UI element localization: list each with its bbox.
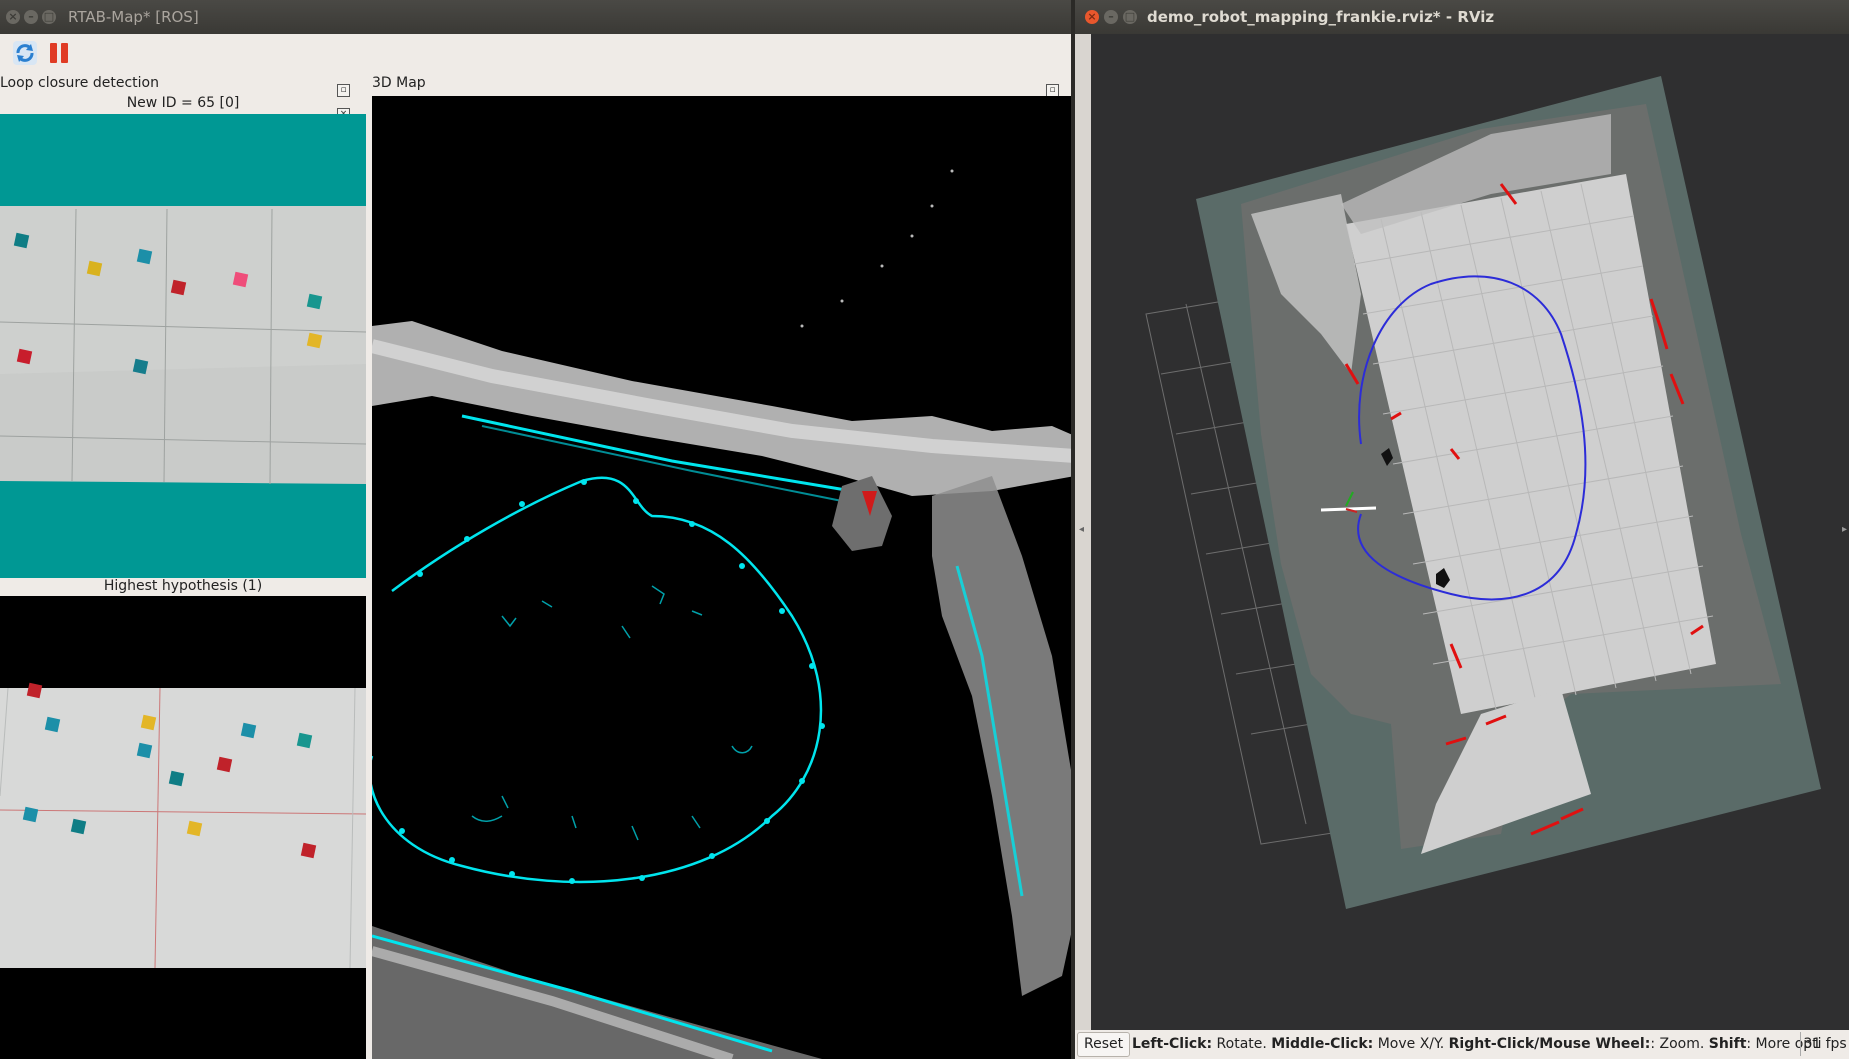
cube-marker	[168, 770, 185, 787]
cube-marker	[136, 742, 153, 759]
maximize-icon[interactable]: □	[42, 10, 56, 24]
maximize-icon[interactable]: □	[1123, 10, 1137, 24]
cube-marker	[140, 714, 157, 731]
cube-marker	[132, 358, 149, 375]
close-icon[interactable]: ×	[6, 10, 20, 24]
cube-marker	[296, 732, 313, 749]
rviz-titlebar[interactable]: × – □ demo_robot_mapping_frankie.rviz* -…	[1075, 0, 1849, 34]
cube-marker	[70, 818, 87, 835]
3d-map-view[interactable]	[372, 96, 1075, 1059]
cube-marker	[186, 820, 203, 837]
dock-title: Loop closure detection	[0, 75, 159, 91]
reset-button[interactable]: Reset	[1077, 1032, 1131, 1057]
cube-marker	[216, 756, 233, 773]
cube-marker	[240, 722, 257, 739]
hint-bold: Middle-Click:	[1271, 1036, 1374, 1052]
hint-bold: Right-Click/Mouse Wheel:	[1448, 1036, 1651, 1052]
minimize-icon[interactable]: –	[1104, 10, 1118, 24]
cube-marker	[170, 279, 187, 296]
rviz-window: × – □ demo_robot_mapping_frankie.rviz* -…	[1075, 0, 1849, 1059]
hint-text: : Zoom.	[1650, 1036, 1709, 1052]
loop-closure-dock-header: Loop closure detection ▫×	[0, 71, 366, 121]
window-gap	[1071, 0, 1075, 1059]
occupancy-map-render	[1145, 76, 1821, 909]
cube-marker	[16, 348, 33, 365]
window-title: RTAB-Map* [ROS]	[68, 8, 199, 26]
rviz-status-bar: Reset Left-Click: Rotate. Middle-Click: …	[1075, 1030, 1849, 1059]
hint-text: Rotate.	[1212, 1036, 1272, 1052]
point-cloud-render	[372, 169, 1075, 1059]
new-id-caption: New ID = 65 [0]	[126, 95, 240, 111]
cube-marker	[232, 271, 249, 288]
new-image-view	[0, 114, 366, 578]
pause-icon[interactable]	[46, 40, 72, 66]
map-dock-header: 3D Map ▫×	[372, 71, 1075, 121]
rviz-3d-view[interactable]: ▸	[1091, 34, 1849, 1030]
close-icon[interactable]: ×	[1085, 10, 1099, 24]
left-panel-splitter[interactable]: ◂	[1075, 34, 1091, 1030]
cube-marker	[26, 682, 43, 699]
hypothesis-caption: Highest hypothesis (1)	[103, 578, 263, 594]
hint-bold: Left-Click:	[1132, 1036, 1213, 1052]
rtabmap-toolbar	[0, 34, 1075, 74]
fps-counter: 31 fps	[1800, 1032, 1849, 1056]
cube-marker	[22, 806, 39, 823]
refresh-icon[interactable]	[12, 40, 38, 66]
mouse-hint-text: Left-Click: Rotate. Middle-Click: Move X…	[1132, 1030, 1822, 1059]
minimize-icon[interactable]: –	[24, 10, 38, 24]
dock-title: 3D Map	[372, 75, 426, 91]
cube-marker	[300, 842, 317, 859]
hint-bold: Shift	[1708, 1036, 1747, 1052]
rtabmap-window: × – □ RTAB-Map* [ROS] Loop closure detec…	[0, 0, 1075, 1059]
rtabmap-titlebar[interactable]: × – □ RTAB-Map* [ROS]	[0, 0, 1075, 34]
hypothesis-image-view	[0, 596, 366, 1059]
collapse-arrow-icon[interactable]: ▸	[1842, 524, 1847, 535]
cube-marker	[44, 716, 61, 733]
camera-image-bottom	[0, 687, 366, 969]
cube-marker	[306, 332, 323, 349]
expand-arrow-icon[interactable]: ◂	[1079, 524, 1084, 535]
cube-marker	[86, 260, 103, 277]
cube-marker	[136, 248, 153, 265]
cube-marker	[306, 293, 323, 310]
cube-marker	[13, 232, 30, 249]
window-title: demo_robot_mapping_frankie.rviz* - RViz	[1147, 8, 1495, 26]
hint-text: Move X/Y.	[1373, 1036, 1449, 1052]
